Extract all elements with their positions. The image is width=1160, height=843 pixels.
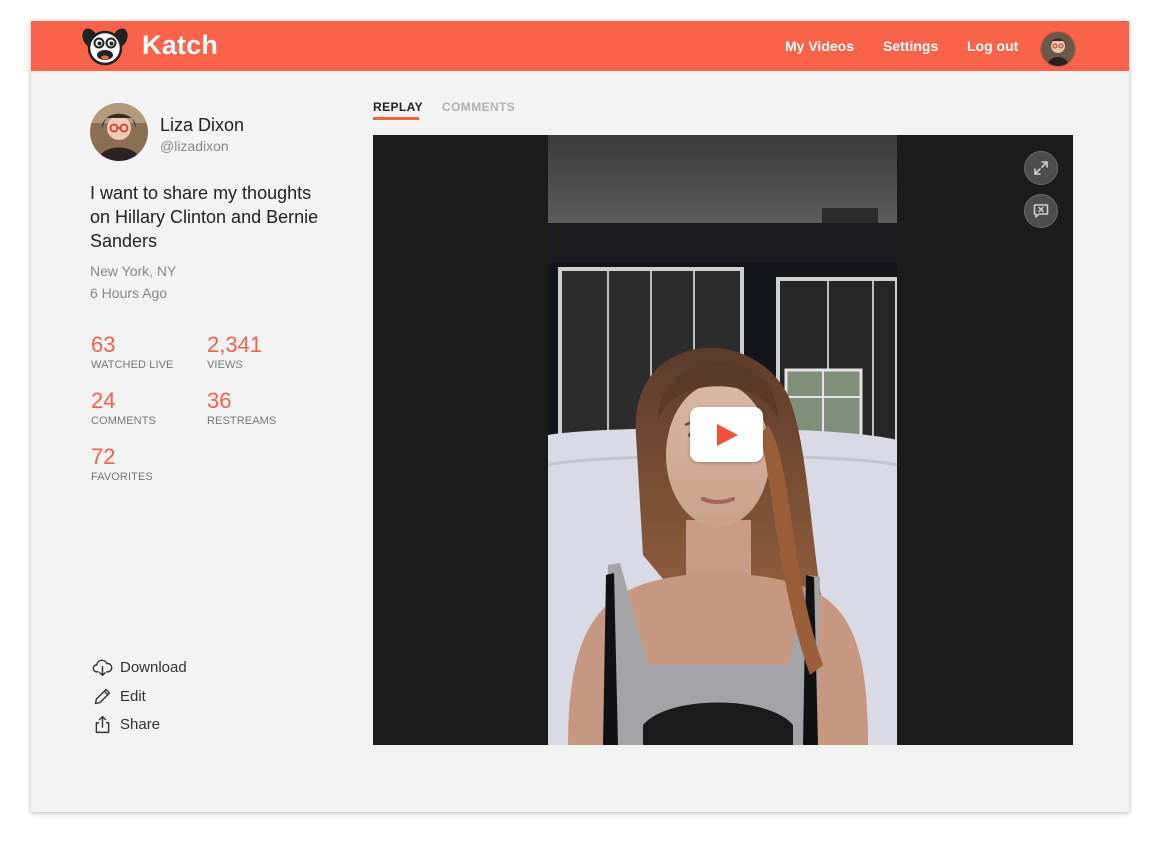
share-label: Share xyxy=(120,715,161,733)
tab-comments[interactable]: COMMENTS xyxy=(442,100,515,114)
play-button[interactable] xyxy=(690,407,763,462)
stat-label: RESTREAMS xyxy=(207,415,277,427)
play-icon xyxy=(716,423,738,446)
stat-label: FAVORITES xyxy=(91,471,153,483)
cloud-download-icon xyxy=(92,659,113,676)
edit-label: Edit xyxy=(120,687,146,705)
stat-value: 36 xyxy=(207,388,232,413)
profile-avatar[interactable] xyxy=(90,103,148,161)
nav-settings[interactable]: Settings xyxy=(883,38,938,54)
post-time: 6 Hours Ago xyxy=(90,285,168,301)
fullscreen-button[interactable] xyxy=(1024,151,1058,185)
share-icon xyxy=(95,715,110,733)
stat-restreams: 36 RESTREAMS xyxy=(207,388,277,428)
close-chat-icon xyxy=(1033,204,1049,218)
stat-value: 24 xyxy=(91,388,116,413)
tab-replay[interactable]: REPLAY xyxy=(373,100,423,114)
stat-comments: 24 COMMENTS xyxy=(91,388,156,428)
katch-logo-icon[interactable] xyxy=(81,25,129,67)
stat-label: COMMENTS xyxy=(91,415,156,427)
stat-label: VIEWS xyxy=(207,359,243,371)
post-location: New York, NY xyxy=(90,263,177,279)
stat-label: WATCHED LIVE xyxy=(91,359,174,371)
stat-favorites: 72 FAVORITES xyxy=(91,444,153,484)
profile-name[interactable]: Liza Dixon xyxy=(160,115,244,136)
toggle-comments-button[interactable] xyxy=(1024,194,1058,228)
active-tab-indicator xyxy=(373,117,419,120)
profile-handle: @lizadixon xyxy=(160,138,229,154)
top-bar: Katch My Videos Settings Log out xyxy=(31,21,1129,71)
stat-value: 63 xyxy=(91,332,116,357)
post-title: I want to share my thoughts on Hillary C… xyxy=(90,183,319,251)
stat-views: 2,341 VIEWS xyxy=(207,332,263,372)
brand-name[interactable]: Katch xyxy=(142,30,218,61)
pencil-icon xyxy=(94,688,111,704)
download-button[interactable]: Download xyxy=(92,657,187,677)
stat-watched-live: 63 WATCHED LIVE xyxy=(91,332,174,372)
stat-value: 2,341 xyxy=(207,332,263,357)
nav-my-videos[interactable]: My Videos xyxy=(785,38,854,54)
share-button[interactable]: Share xyxy=(92,714,160,734)
expand-icon xyxy=(1034,161,1048,175)
edit-button[interactable]: Edit xyxy=(92,686,146,706)
stat-value: 72 xyxy=(91,444,116,469)
nav-logout[interactable]: Log out xyxy=(967,38,1018,54)
video-player[interactable] xyxy=(373,135,1073,745)
download-label: Download xyxy=(120,658,187,676)
app-window: Katch My Videos Settings Log out Liza Di… xyxy=(31,21,1129,812)
user-avatar[interactable] xyxy=(1040,31,1076,67)
